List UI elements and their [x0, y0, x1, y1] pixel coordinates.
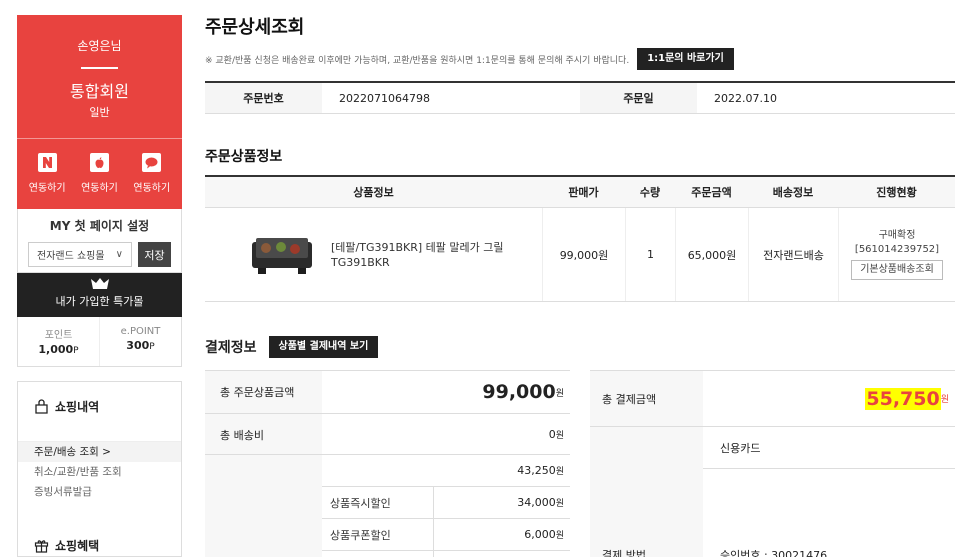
order-info: 주문번호 2022071064798 주문일 2022.07.10 — [205, 81, 955, 114]
total-product-label: 총 주문상품금액 — [205, 371, 322, 413]
user-name: 손영은님 — [77, 39, 122, 53]
payment-breakdown: 총 주문상품금액 99,000 원 총 배송비 0원 43,250 원 상품즉시할인 — [205, 370, 570, 557]
col-status: 진행현황 — [876, 186, 917, 199]
order-date-label: 주문일 — [580, 83, 697, 113]
sidebar: 손영은님 통합회원 일반 연동하기 연동하기 연동하기 MY 첫 페이지 설정 … — [17, 15, 182, 367]
epoint-value: 300P — [126, 339, 155, 352]
col-amount: 주문금액 — [691, 186, 732, 199]
point-summary: 포인트 1,000P e.POINT 300P — [17, 317, 182, 367]
mypage-select[interactable]: 전자랜드 쇼핑몰 ∨ — [28, 242, 132, 267]
coupon-discount-label: 상품쿠폰할인 — [322, 519, 434, 550]
gift-icon — [34, 540, 49, 553]
inquiry-button[interactable]: 1:1문의 바로가기 — [637, 48, 734, 70]
mypage-title: MY 첫 페이지 설정 — [49, 219, 150, 233]
member-card: 손영은님 통합회원 일반 연동하기 연동하기 연동하기 — [17, 15, 182, 209]
product-price: 99,000원 — [542, 208, 625, 301]
shopping-menu: 쇼핑내역 주문/배송 조회 > 취소/교환/반품 조회 증빙서류발급 쇼핑혜택 — [17, 381, 182, 557]
product-thumbnail — [248, 227, 316, 282]
shopping-history-heading: 쇼핑내역 — [18, 398, 99, 415]
menu-documents[interactable]: 증빙서류발급 — [18, 482, 181, 502]
total-payment-label: 총 결제금액 — [590, 371, 703, 426]
divider — [81, 67, 118, 69]
product-table: 상품정보 판매가 수량 주문금액 배송정보 진행현황 [테팔/TG391BKR]… — [205, 175, 955, 302]
sns-links: 연동하기 연동하기 연동하기 — [17, 152, 182, 194]
crown-icon — [90, 277, 110, 290]
save-button[interactable]: 저장 — [138, 242, 171, 267]
product-delivery: 전자랜드배송 — [748, 208, 838, 301]
sns-label: 연동하기 — [81, 183, 118, 194]
discount-total: 43,250 원 — [517, 464, 564, 477]
point-value: 1,000P — [38, 343, 79, 356]
tracking-button[interactable]: 기본상품배송조회 — [851, 260, 943, 280]
product-order-amount: 65,000원 — [675, 208, 748, 301]
total-payment-amount: 55,750 원 — [865, 387, 949, 410]
shipping-amount: 0원 — [548, 427, 564, 441]
sns-naver[interactable]: 연동하기 — [22, 152, 72, 194]
coupon-discount-value: 6,000 원 — [524, 528, 564, 541]
shopping-benefit-heading: 쇼핑혜택 — [18, 537, 99, 554]
discount-label-cell — [205, 455, 322, 557]
order-no-label: 주문번호 — [205, 83, 322, 113]
products-title: 주문상품정보 — [205, 149, 283, 165]
payment-summary: 총 결제금액 55,750 원 결제 방법 신용카드 승인번호 : 3002147… — [590, 370, 955, 557]
epoint-label: e.POINT — [120, 326, 161, 337]
epoint[interactable]: e.POINT 300P — [99, 317, 181, 366]
bag-icon — [35, 399, 48, 414]
col-delivery: 배송정보 — [772, 186, 814, 199]
sns-label: 연동하기 — [133, 183, 171, 194]
table-row: [테팔/TG391BKR] 테팔 말레가 그릴 TG391BKR 99,000원… — [205, 208, 955, 302]
product-status: 구매확정 [561014239752] 기본상품배송조회 — [838, 208, 955, 301]
col-price: 판매가 — [568, 186, 599, 199]
instant-discount-value: 34,000 원 — [517, 496, 564, 509]
mypage-setting: MY 첫 페이지 설정 전자랜드 쇼핑몰 ∨ 저장 — [17, 209, 182, 273]
point-label: 포인트 — [44, 330, 73, 341]
member-grade: 통합회원 — [70, 82, 129, 101]
sns-kakao[interactable]: 연동하기 — [127, 152, 177, 194]
tracking-number: [561014239752] — [854, 244, 940, 255]
shopping-menu-list: 주문/배송 조회 > 취소/교환/반품 조회 증빙서류발급 — [18, 441, 181, 502]
product-table-header: 상품정보 판매가 수량 주문금액 배송정보 진행현황 — [205, 177, 955, 208]
order-no: 2022071064798 — [339, 91, 430, 105]
payment-method-label: 결제 방법 — [590, 427, 703, 557]
benefit-mall-button[interactable]: 내가 가입한 특가몰 — [17, 273, 182, 317]
apple-icon — [89, 152, 109, 172]
product-name[interactable]: [테팔/TG391BKR] 테팔 말레가 그릴 TG391BKR — [331, 240, 531, 270]
kakao-icon — [142, 152, 162, 172]
payment-method: 신용카드 — [703, 427, 955, 469]
menu-cancel-return[interactable]: 취소/교환/반품 조회 — [18, 462, 181, 482]
payment-title: 결제정보 — [205, 340, 257, 356]
point[interactable]: 포인트 1,000P — [18, 317, 99, 366]
approval-number: 승인번호 : 30021476 — [720, 549, 828, 557]
instant-discount-label: 상품즉시할인 — [322, 487, 434, 518]
page-title: 주문상세조회 — [205, 17, 305, 38]
product-info[interactable]: [테팔/TG391BKR] 테팔 말레가 그릴 TG391BKR — [205, 208, 542, 301]
sns-apple[interactable]: 연동하기 — [74, 152, 124, 194]
sns-label: 연동하기 — [28, 183, 66, 194]
select-value: 전자랜드 쇼핑몰 — [37, 251, 105, 262]
product-qty: 1 — [625, 208, 675, 301]
notice-text: ※ 교환/반품 신청은 배송완료 이후에만 가능하며, 교환/반품을 원하시면 … — [205, 55, 630, 66]
menu-order-delivery[interactable]: 주문/배송 조회 > — [18, 442, 181, 462]
status-text: 구매확정 — [878, 230, 916, 241]
member-grade-sub: 일반 — [89, 106, 110, 119]
shipping-label: 총 배송비 — [205, 414, 322, 454]
col-qty: 수량 — [639, 186, 661, 199]
chevron-down-icon: ∨ — [115, 249, 123, 260]
total-product-amount: 99,000 원 — [482, 381, 564, 403]
order-date: 2022.07.10 — [714, 91, 777, 105]
naver-icon — [37, 152, 57, 172]
benefit-label: 내가 가입한 특가몰 — [55, 295, 144, 308]
payment-detail-button[interactable]: 상품별 결제내역 보기 — [268, 336, 379, 358]
divider — [17, 138, 182, 139]
col-product: 상품정보 — [353, 186, 394, 199]
